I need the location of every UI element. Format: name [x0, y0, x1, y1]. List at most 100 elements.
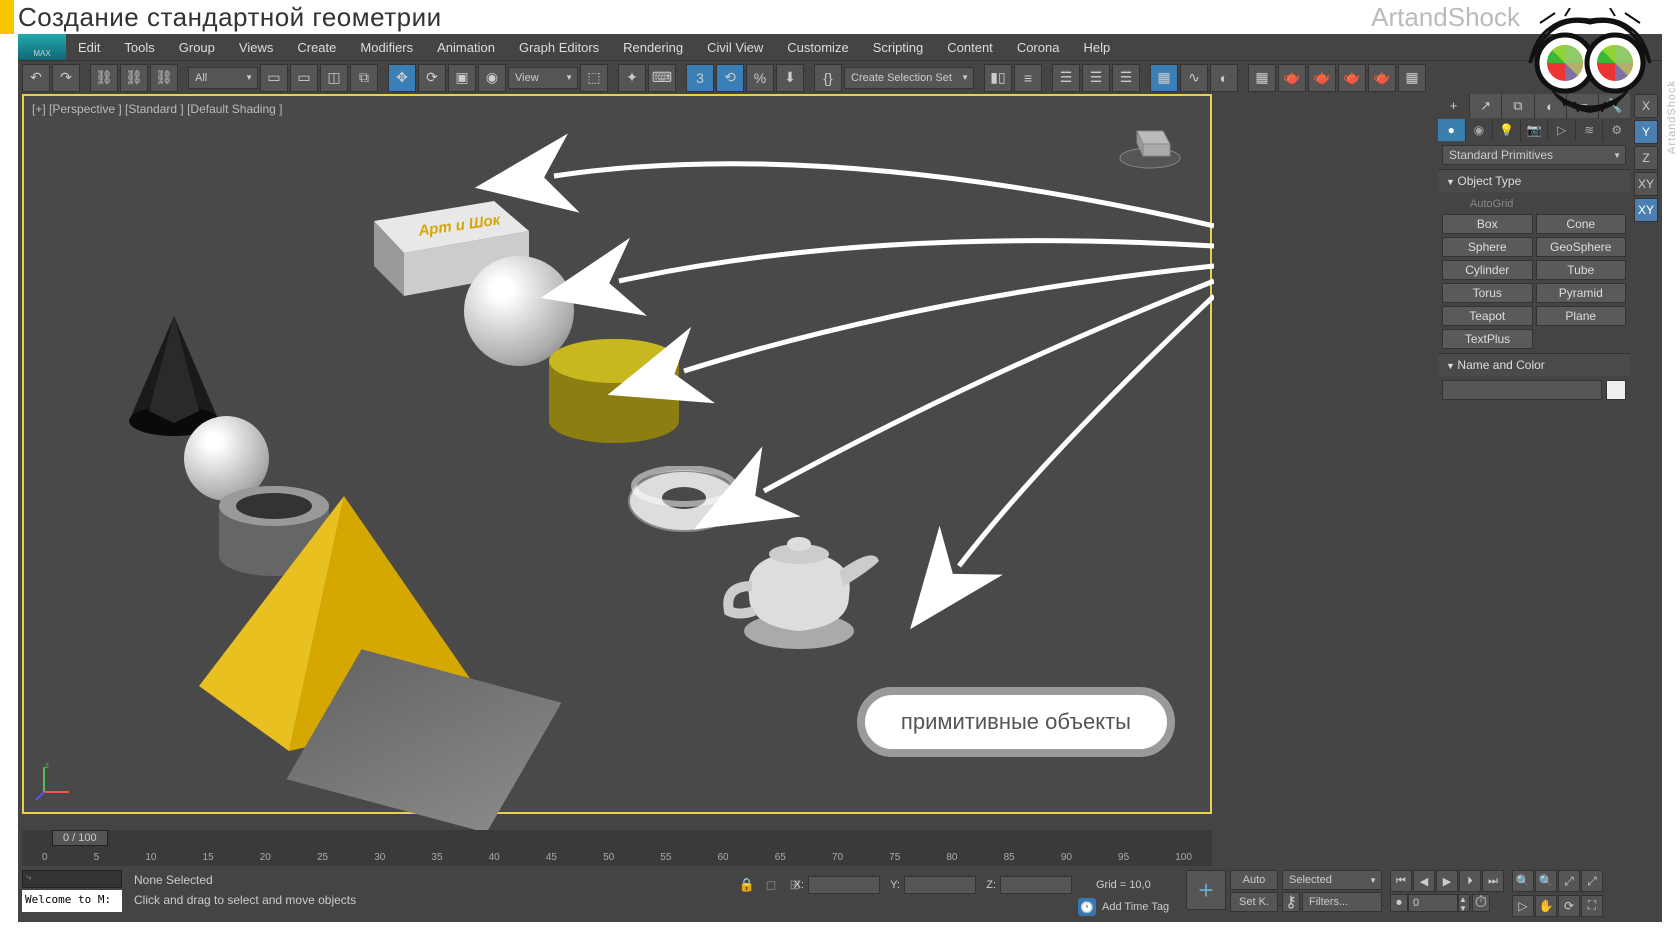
- scale-icon[interactable]: ▣: [448, 64, 476, 92]
- prev-frame-icon[interactable]: ◀: [1413, 870, 1435, 892]
- render-icon[interactable]: 🫖: [1308, 64, 1336, 92]
- select-region-icon[interactable]: ◫: [320, 64, 348, 92]
- render-setup-icon[interactable]: ▦: [1248, 64, 1276, 92]
- maxscript-input[interactable]: ⤷: [22, 870, 122, 888]
- ribbon-icon[interactable]: ☰: [1112, 64, 1140, 92]
- undo-icon[interactable]: ↶: [22, 64, 50, 92]
- isolate-icon[interactable]: ◻: [762, 876, 780, 894]
- menu-modifiers[interactable]: Modifiers: [350, 36, 423, 59]
- render-preset-icon[interactable]: ▦: [1398, 64, 1426, 92]
- frame-spinner[interactable]: ▲▼: [1458, 894, 1470, 912]
- curve-editor-icon[interactable]: ▦: [1150, 64, 1178, 92]
- create-tab-icon[interactable]: +: [1438, 94, 1469, 118]
- menu-create[interactable]: Create: [287, 36, 346, 59]
- percent-snap-icon[interactable]: %: [746, 64, 774, 92]
- fov-icon[interactable]: ▷: [1512, 895, 1534, 917]
- frame-indicator[interactable]: 0 / 100: [52, 830, 108, 846]
- play-icon[interactable]: ▶: [1436, 870, 1458, 892]
- app-logo-icon[interactable]: MAX: [18, 34, 66, 60]
- pivot-icon[interactable]: ⬚: [580, 64, 608, 92]
- link-icon[interactable]: ⛓: [90, 64, 118, 92]
- mirror-icon[interactable]: ▮▯: [984, 64, 1012, 92]
- material-editor-icon[interactable]: ◐: [1210, 64, 1238, 92]
- name-color-rollout[interactable]: Name and Color: [1438, 353, 1630, 376]
- select-icon[interactable]: ▭: [260, 64, 288, 92]
- shapes-tab-icon[interactable]: ◉: [1466, 119, 1493, 141]
- key-filter-dropdown[interactable]: Selected: [1282, 870, 1382, 890]
- menu-content[interactable]: Content: [937, 36, 1003, 59]
- geosphere-button[interactable]: GeoSphere: [1536, 237, 1627, 257]
- category-dropdown[interactable]: Standard Primitives: [1442, 145, 1626, 165]
- time-ruler[interactable]: 0510152025303540455055606570758085909510…: [22, 846, 1212, 866]
- menu-tools[interactable]: Tools: [114, 36, 164, 59]
- viewport-label[interactable]: [+] [Perspective ] [Standard ] [Default …: [32, 102, 282, 116]
- menu-scripting[interactable]: Scripting: [863, 36, 934, 59]
- key-mode-toggle-icon[interactable]: ⏺: [1390, 894, 1408, 912]
- layers-icon[interactable]: ☰: [1052, 64, 1080, 92]
- zoom-extents-icon[interactable]: ⤢: [1558, 870, 1580, 892]
- coord-z-input[interactable]: [1000, 876, 1072, 894]
- keyboard-shortcut-icon[interactable]: ⌨: [648, 64, 676, 92]
- rotate-icon[interactable]: ⟳: [418, 64, 446, 92]
- pyramid-button[interactable]: Pyramid: [1536, 283, 1627, 303]
- render-prod-icon[interactable]: 🫖: [1338, 64, 1366, 92]
- textplus-button[interactable]: TextPlus: [1442, 329, 1533, 349]
- object-color-swatch[interactable]: [1606, 380, 1626, 400]
- box-button[interactable]: Box: [1442, 214, 1533, 234]
- axis-xy-tab[interactable]: XY: [1634, 172, 1658, 196]
- pan-icon[interactable]: ✋: [1535, 895, 1557, 917]
- orbit-icon[interactable]: ⟳: [1558, 895, 1580, 917]
- timetag-label[interactable]: Add Time Tag: [1102, 901, 1169, 913]
- coord-x-input[interactable]: [808, 876, 880, 894]
- menu-graph-editors[interactable]: Graph Editors: [509, 36, 609, 59]
- auto-key-button[interactable]: Auto: [1230, 870, 1278, 890]
- select-manipulate-icon[interactable]: ✦: [618, 64, 646, 92]
- menu-edit[interactable]: Edit: [68, 36, 110, 59]
- axis-xy2-tab[interactable]: XY: [1634, 198, 1658, 222]
- goto-start-icon[interactable]: ⏮: [1390, 870, 1412, 892]
- select-name-icon[interactable]: ▭: [290, 64, 318, 92]
- placement-icon[interactable]: ◉: [478, 64, 506, 92]
- key-filters-button[interactable]: Filters...: [1302, 892, 1382, 912]
- next-frame-icon[interactable]: ⏵: [1459, 870, 1481, 892]
- align-icon[interactable]: ≡: [1014, 64, 1042, 92]
- current-frame-input[interactable]: 0: [1408, 894, 1458, 912]
- angle-snap-icon[interactable]: ⟲: [716, 64, 744, 92]
- teapot-button[interactable]: Teapot: [1442, 306, 1533, 326]
- lock-icon[interactable]: 🔒: [738, 876, 756, 894]
- render-iter-icon[interactable]: 🫖: [1368, 64, 1396, 92]
- snap-toggle-icon[interactable]: 3: [686, 64, 714, 92]
- modify-tab-icon[interactable]: ↗: [1470, 94, 1501, 118]
- time-config-icon[interactable]: ⏱: [1472, 894, 1490, 912]
- sphere-button[interactable]: Sphere: [1442, 237, 1533, 257]
- window-crossing-icon[interactable]: ⧉: [350, 64, 378, 92]
- autogrid-checkbox[interactable]: AutoGrid: [1442, 196, 1626, 214]
- lights-tab-icon[interactable]: 💡: [1493, 119, 1520, 141]
- menu-group[interactable]: Group: [169, 36, 225, 59]
- geometry-tab-icon[interactable]: ●: [1438, 119, 1465, 141]
- zoom-all-icon[interactable]: 🔍: [1535, 870, 1557, 892]
- schematic-icon[interactable]: ∿: [1180, 64, 1208, 92]
- timeline-slider[interactable]: 0 / 100: [22, 830, 1212, 846]
- object-name-input[interactable]: [1442, 380, 1602, 400]
- menu-corona[interactable]: Corona: [1007, 36, 1070, 59]
- named-sel-icon[interactable]: {}: [814, 64, 842, 92]
- selection-filter-dropdown[interactable]: All: [188, 67, 258, 89]
- spinner-snap-icon[interactable]: ⬇: [776, 64, 804, 92]
- move-icon[interactable]: ✥: [388, 64, 416, 92]
- goto-end-icon[interactable]: ⏭: [1482, 870, 1504, 892]
- selection-set-dropdown[interactable]: Create Selection Set: [844, 67, 974, 89]
- plane-button[interactable]: Plane: [1536, 306, 1627, 326]
- menu-rendering[interactable]: Rendering: [613, 36, 693, 59]
- menu-animation[interactable]: Animation: [427, 36, 505, 59]
- menu-customize[interactable]: Customize: [777, 36, 858, 59]
- cylinder-button[interactable]: Cylinder: [1442, 260, 1533, 280]
- zoom-icon[interactable]: 🔍: [1512, 870, 1534, 892]
- tube-button[interactable]: Tube: [1536, 260, 1627, 280]
- menu-civil-view[interactable]: Civil View: [697, 36, 773, 59]
- timetag-icon[interactable]: 🕐: [1078, 898, 1096, 916]
- set-key-big-button[interactable]: +: [1186, 870, 1226, 910]
- menu-views[interactable]: Views: [229, 36, 283, 59]
- key-mode-icon[interactable]: ⚷: [1282, 892, 1300, 912]
- cone-button[interactable]: Cone: [1536, 214, 1627, 234]
